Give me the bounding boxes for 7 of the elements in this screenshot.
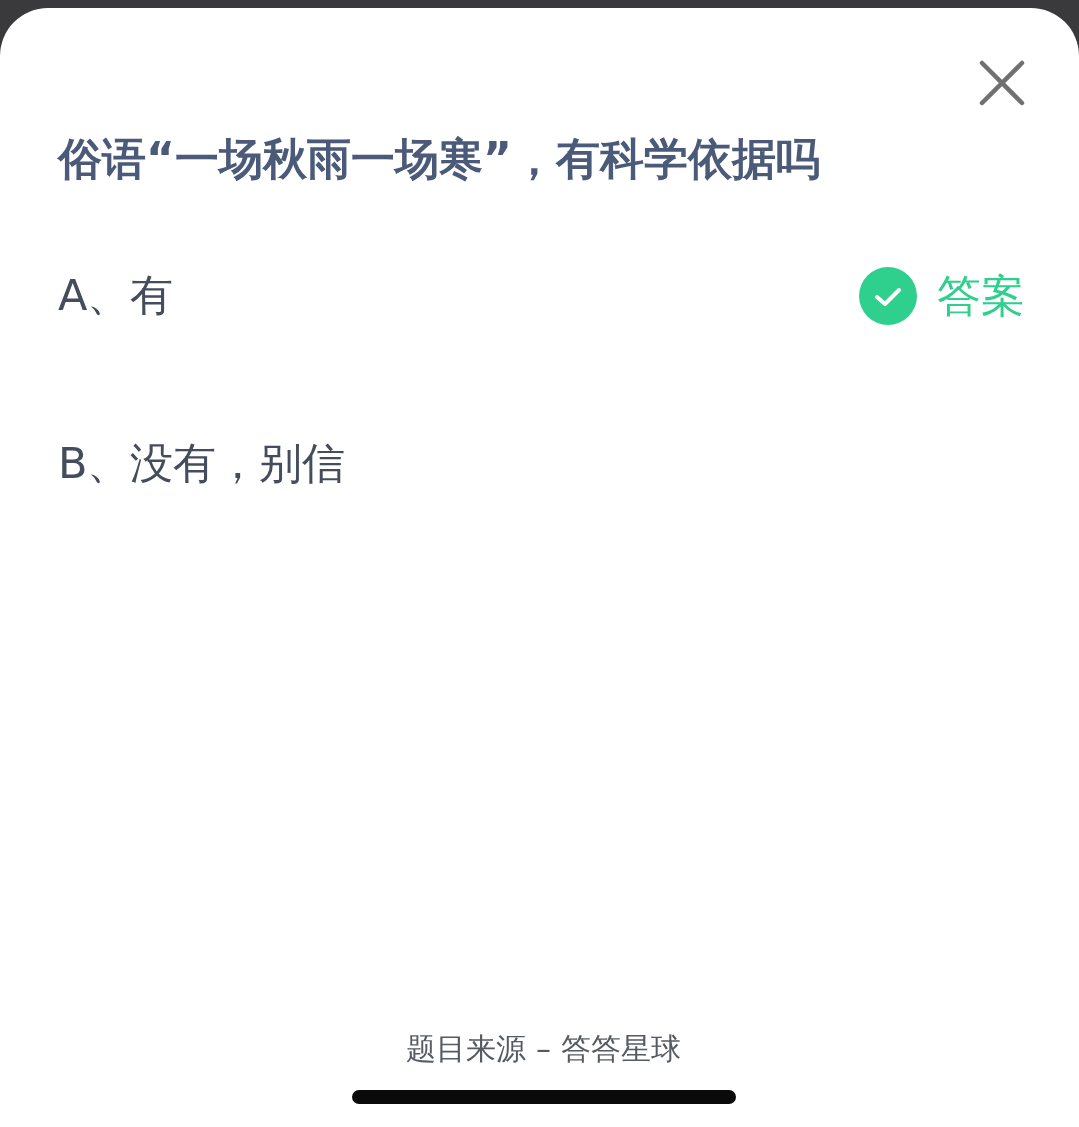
question-text: 俗语“一场秋雨一场寒”，有科学依据吗 [58, 132, 821, 186]
close-icon[interactable] [979, 60, 1025, 106]
answer-label: 答案 [937, 268, 1025, 323]
source-text: 题目来源 – 答答星球 [406, 1030, 681, 1068]
option-text[interactable]: A、有 [58, 267, 174, 325]
option-text[interactable]: B、没有，别信 [58, 435, 346, 493]
check-icon [859, 267, 917, 325]
